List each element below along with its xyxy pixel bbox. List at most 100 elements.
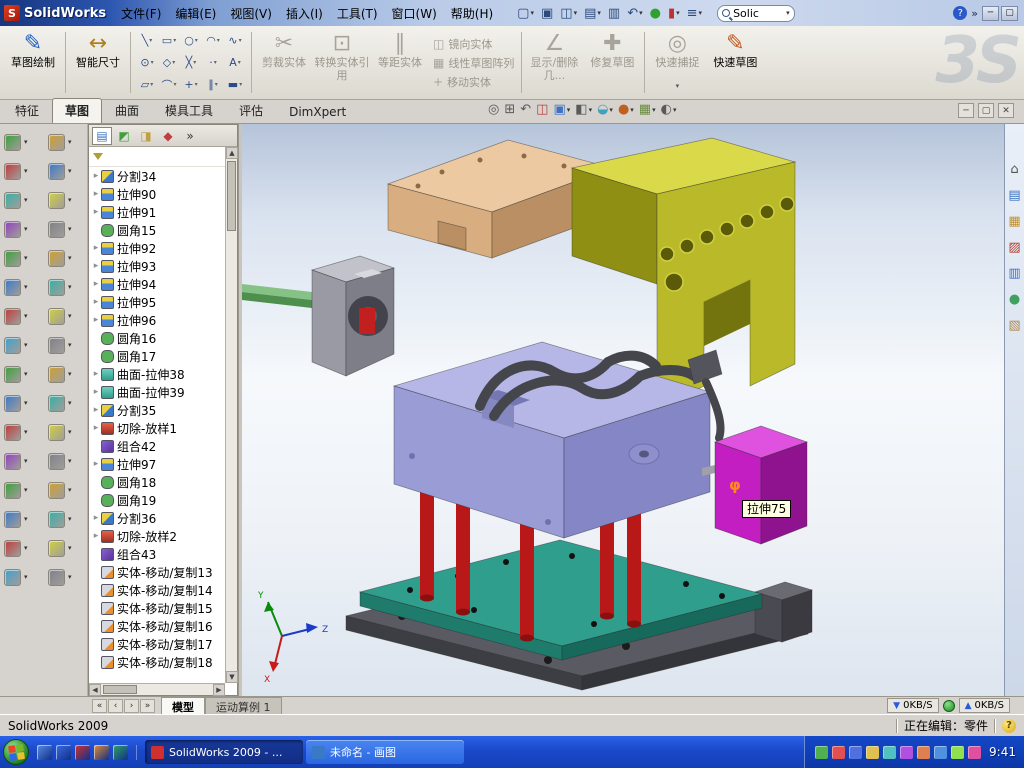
dropdown-arrow-icon[interactable]: ▾ xyxy=(68,341,72,349)
print-preview-button[interactable]: ▥ xyxy=(605,4,623,23)
dropdown-arrow-icon[interactable]: ▾ xyxy=(24,486,28,494)
search-pane-button[interactable]: ▥ xyxy=(1008,266,1020,281)
expand-arrow-icon[interactable]: ▸ xyxy=(91,513,101,523)
model-clamp-block[interactable] xyxy=(312,256,394,376)
tree-item[interactable]: 组合42 xyxy=(89,437,225,455)
expand-arrow-icon[interactable]: ▸ xyxy=(91,459,101,469)
tab-运动算例 1[interactable]: 运动算例 1 xyxy=(205,697,282,714)
dropdown-arrow-icon[interactable]: ▾ xyxy=(68,225,72,233)
tree-item[interactable]: ▸切除-放样1 xyxy=(89,419,225,437)
tree-item[interactable]: 圆角18 xyxy=(89,473,225,491)
view-palette-button[interactable]: ● xyxy=(1009,292,1020,307)
tree-item[interactable]: 圆角15 xyxy=(89,221,225,239)
model-insert-block[interactable]: φ xyxy=(715,426,807,544)
restore-document-button[interactable]: ▢ xyxy=(978,103,994,118)
dropdown-arrow-icon[interactable]: ▾ xyxy=(24,225,28,233)
expand-arrow-icon[interactable]: ▸ xyxy=(91,423,101,433)
options-button[interactable]: ≡▾ xyxy=(684,4,705,23)
dropdown-arrow-icon[interactable]: ▾ xyxy=(574,9,578,17)
dropdown-arrow-icon[interactable]: ▾ xyxy=(68,428,72,436)
left-tool-2-button[interactable]: ▾ xyxy=(48,132,92,152)
save-button[interactable]: ◫▾ xyxy=(557,4,580,23)
tree-item[interactable]: ▸拉伸93 xyxy=(89,257,225,275)
dropdown-arrow-icon[interactable]: ▾ xyxy=(24,138,28,146)
view-orientation-button[interactable]: ▣▾ xyxy=(553,102,570,117)
left-tool-31-button[interactable]: ▾ xyxy=(4,567,48,587)
dropdown-arrow-icon[interactable]: ▾ xyxy=(676,83,680,89)
close-document-button[interactable]: ✕ xyxy=(998,103,1014,118)
expand-arrow-icon[interactable]: ▸ xyxy=(91,279,101,289)
dropdown-arrow-icon[interactable]: ▾ xyxy=(68,167,72,175)
offset-entities-button[interactable]: ∥等距实体 xyxy=(371,28,429,97)
tree-item[interactable]: 实体-移动/复制16 xyxy=(89,617,225,635)
dropdown-arrow-icon[interactable]: ▾ xyxy=(239,37,242,44)
rapid-sketch-button[interactable]: ✎快速草图 xyxy=(706,28,764,97)
new-document-button[interactable]: ▢▾ xyxy=(514,4,537,23)
tab-特征[interactable]: 特征 xyxy=(2,98,52,123)
restore-window-button[interactable]: ▢ xyxy=(1001,6,1018,21)
tree-item[interactable]: 圆角16 xyxy=(89,329,225,347)
dropdown-arrow-icon[interactable]: ▾ xyxy=(68,486,72,494)
left-tool-5-button[interactable]: ▾ xyxy=(4,190,48,210)
tray-icon-4[interactable] xyxy=(866,746,879,759)
left-tool-3-button[interactable]: ▾ xyxy=(4,161,48,181)
edit-color-button[interactable]: ▮▾ xyxy=(665,4,683,23)
dropdown-arrow-icon[interactable]: ▾ xyxy=(149,37,152,44)
tray-icon-7[interactable] xyxy=(917,746,930,759)
help-button[interactable]: ? xyxy=(953,6,967,20)
task-button[interactable]: 未命名 - 画图 xyxy=(306,740,464,764)
dropdown-arrow-icon[interactable]: ▾ xyxy=(24,399,28,407)
configurationmanager-tab[interactable]: ◨ xyxy=(136,127,156,145)
dropdown-arrow-icon[interactable]: ▾ xyxy=(24,457,28,465)
menu-工具(T)[interactable]: 工具(T) xyxy=(330,2,385,25)
home-button[interactable]: ⌂ xyxy=(1010,162,1018,177)
ellipse-tool-button[interactable]: ⊙▾ xyxy=(136,52,158,74)
display-style-button[interactable]: ◧▾ xyxy=(575,102,592,117)
next-tab-button[interactable]: › xyxy=(124,699,139,713)
dropdown-arrow-icon[interactable]: ▾ xyxy=(24,283,28,291)
left-tool-6-button[interactable]: ▾ xyxy=(48,190,92,210)
tree-item[interactable]: 圆角17 xyxy=(89,347,225,365)
dropdown-arrow-icon[interactable]: ▾ xyxy=(68,254,72,262)
scroll-thumb[interactable] xyxy=(103,685,137,694)
dropdown-arrow-icon[interactable]: ▾ xyxy=(68,196,72,204)
tray-icon-9[interactable] xyxy=(951,746,964,759)
tree-horizontal-scrollbar[interactable]: ◀ ▶ xyxy=(89,683,225,695)
dropdown-arrow-icon[interactable]: ▾ xyxy=(24,370,28,378)
netmeter-icon[interactable] xyxy=(943,700,955,712)
repair-sketch-button[interactable]: ✚修复草图 xyxy=(583,28,641,97)
dropdown-arrow-icon[interactable]: ▾ xyxy=(68,283,72,291)
expand-arrow-icon[interactable]: ▸ xyxy=(91,297,101,307)
dropdown-arrow-icon[interactable]: ▾ xyxy=(530,9,534,17)
tree-vertical-scrollbar[interactable]: ▲ ▼ xyxy=(225,147,237,683)
left-tool-25-button[interactable]: ▾ xyxy=(4,480,48,500)
dropdown-arrow-icon[interactable]: ▾ xyxy=(173,81,176,88)
prev-tab-button[interactable]: ‹ xyxy=(108,699,123,713)
dropdown-arrow-icon[interactable]: ▾ xyxy=(699,9,703,17)
dropdown-arrow-icon[interactable]: ▾ xyxy=(676,9,680,17)
tree-item[interactable]: 实体-移动/复制15 xyxy=(89,599,225,617)
tree-item[interactable]: ▸拉伸91 xyxy=(89,203,225,221)
featuremanager-tab[interactable]: ▤ xyxy=(92,127,112,145)
tree-item[interactable]: ▸拉伸97 xyxy=(89,455,225,473)
rebuild-button[interactable]: ● xyxy=(647,4,664,23)
section-view-button[interactable]: ◫ xyxy=(536,102,548,117)
tree-item[interactable]: ▸切除-放样2 xyxy=(89,527,225,545)
circle-tool-button[interactable]: ○▾ xyxy=(180,30,202,52)
dropdown-arrow-icon[interactable]: ▾ xyxy=(172,59,175,66)
tree-item[interactable]: ▸曲面-拉伸39 xyxy=(89,383,225,401)
left-tool-1-button[interactable]: ▾ xyxy=(4,132,48,152)
dropdown-arrow-icon[interactable]: ▾ xyxy=(193,59,196,66)
dropdown-arrow-icon[interactable]: ▾ xyxy=(68,457,72,465)
start-button[interactable] xyxy=(3,739,29,765)
design-library-button[interactable]: ▦ xyxy=(1008,214,1020,229)
expand-arrow-icon[interactable]: ▸ xyxy=(91,405,101,415)
manager-overflow[interactable]: » xyxy=(180,127,200,145)
left-tool-22-button[interactable]: ▾ xyxy=(48,422,92,442)
resources-button[interactable]: ▤ xyxy=(1008,188,1020,203)
dropdown-arrow-icon[interactable]: ▾ xyxy=(609,106,613,114)
dropdown-arrow-icon[interactable]: ▾ xyxy=(68,399,72,407)
tree-item[interactable]: ▸分割36 xyxy=(89,509,225,527)
open-document-button[interactable]: ▣ xyxy=(538,4,556,23)
tree-item[interactable]: 实体-移动/复制18 xyxy=(89,653,225,671)
